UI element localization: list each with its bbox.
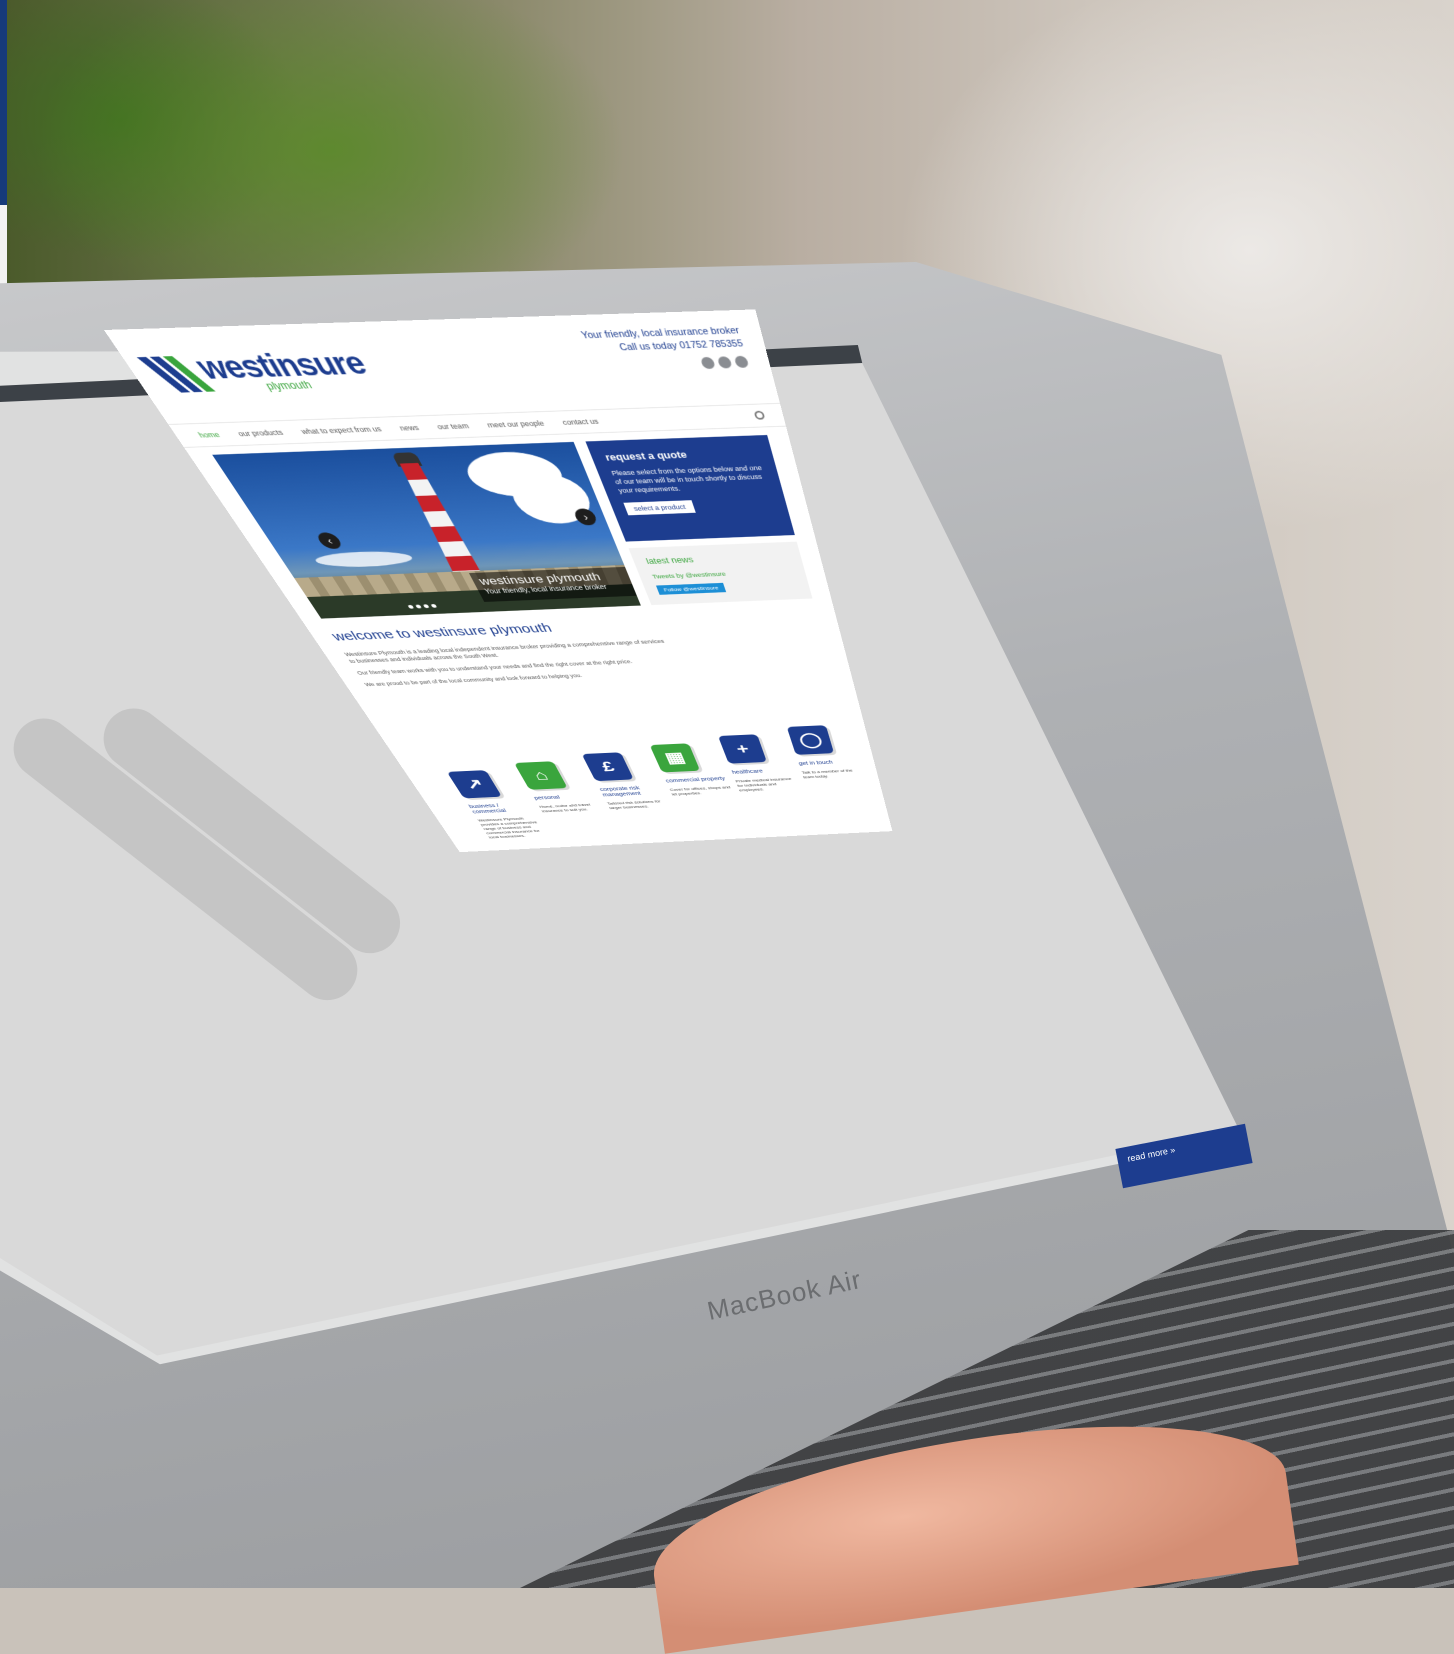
select-product-button[interactable]: select a product (623, 500, 696, 516)
services-row: ↗ business / commercial Westinsure Plymout… (428, 724, 877, 840)
nav-item-products[interactable]: our products (236, 428, 285, 437)
logo-text: westinsure (188, 344, 373, 386)
speech-icon[interactable]: ◯ (786, 725, 835, 755)
service-title: healthcare (731, 768, 764, 776)
cloud-shape (311, 550, 416, 569)
hero-caption: westinsure plymouth Your friendly, local… (468, 566, 637, 602)
service-text: Westinsure Plymouth provides a comprehen… (476, 816, 541, 840)
pound-icon[interactable]: £ (581, 752, 634, 782)
service-text: Tailored risk solutions for larger busin… (606, 799, 662, 811)
arrow-right-icon[interactable]: › (572, 508, 599, 526)
nav-item-people[interactable]: meet our people (486, 419, 546, 429)
linkedin-icon[interactable] (733, 355, 750, 368)
house-icon[interactable]: ⌂ (514, 761, 568, 790)
nav-item-news[interactable]: news (398, 424, 420, 433)
building-icon[interactable]: ▦ (649, 743, 701, 773)
quote-panel: request a quote Please select from the o… (585, 434, 795, 542)
nav-item-contact[interactable]: contact us (561, 417, 600, 426)
service-text: Cover for offices, shops and let propert… (669, 785, 732, 797)
twitter-icon[interactable] (716, 356, 733, 369)
header-tagline: Your friendly, local insurance broker Ca… (580, 324, 745, 355)
service-title: commercial property (664, 776, 727, 784)
search-icon[interactable] (753, 410, 766, 420)
plus-icon[interactable]: + (717, 734, 767, 764)
welcome-section: welcome to westinsure plymouth Westinsur… (329, 617, 685, 693)
service-title: corporate risk management (598, 785, 642, 798)
nav-item-home[interactable]: home (197, 431, 222, 440)
service-text: Home, motor and travel insurance to suit… (538, 802, 592, 814)
facebook-icon[interactable] (699, 356, 716, 370)
service-title: business / commercial (467, 803, 508, 815)
service-text: Talk to a member of the team today. (801, 768, 854, 780)
chart-arrow-icon[interactable]: ↗ (446, 770, 502, 799)
nav-item-expect[interactable]: what to expect from us (299, 425, 383, 436)
tweets-link[interactable]: Tweets by @westinsure (651, 568, 793, 580)
arrow-left-icon[interactable]: ‹ (314, 532, 345, 550)
site-logo[interactable]: westinsure plymouth (136, 344, 376, 396)
service-title: personal (533, 794, 561, 801)
quote-title: request a quote (603, 448, 689, 463)
slider-dot[interactable] (422, 604, 430, 609)
slider-dot[interactable] (407, 604, 415, 609)
slider-dot[interactable] (415, 604, 422, 609)
nav-item-team[interactable]: our team (436, 422, 471, 431)
service-text: Private medical insurance for individual… (734, 776, 792, 793)
service-title: get in touch (798, 759, 834, 767)
news-panel: latest news Tweets by @westinsure Follow… (628, 541, 813, 606)
quote-text: Please select from the options below and… (610, 464, 763, 495)
news-title: latest news (644, 555, 695, 566)
social-links (699, 355, 750, 370)
follow-button[interactable]: Follow @westinsure (655, 582, 726, 595)
